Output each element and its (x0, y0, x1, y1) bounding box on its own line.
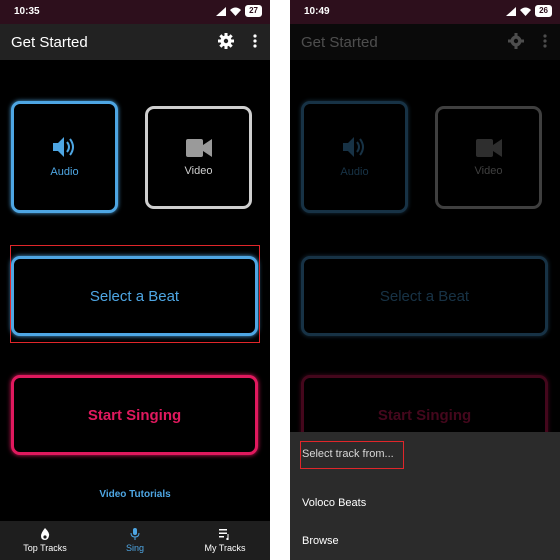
app-bar: Get Started (0, 24, 270, 60)
page-title: Get Started (11, 34, 88, 51)
video-camera-icon (475, 138, 502, 157)
audio-mode-button: Audio (301, 101, 408, 213)
track-source-sheet: Select track from... Voloco Beats Browse (290, 432, 560, 560)
video-mode-button[interactable]: Video (145, 106, 252, 209)
audio-label: Audio (50, 166, 79, 178)
nav-sing-label: Sing (125, 543, 144, 553)
nav-sing[interactable]: Sing (90, 521, 180, 560)
settings-gear-icon[interactable] (218, 33, 234, 49)
nav-top-tracks-label: Top Tracks (23, 543, 67, 553)
select-beat-button[interactable]: Select a Beat (11, 256, 258, 336)
status-icons: 26 (506, 5, 552, 17)
video-camera-icon (185, 138, 212, 157)
status-bar: 10:35 27 (0, 0, 270, 24)
nav-my-tracks-label: My Tracks (204, 543, 246, 553)
bottom-navigation: Top Tracks Sing My Tracks (0, 521, 270, 560)
app-bar: Get Started (290, 24, 560, 60)
video-label: Video (474, 164, 503, 177)
flame-icon (41, 528, 50, 540)
video-label: Video (184, 164, 213, 177)
speaker-icon (342, 137, 364, 157)
overflow-menu-icon (543, 34, 547, 48)
battery-icon: 26 (535, 5, 552, 17)
audio-mode-button[interactable]: Audio (11, 101, 118, 213)
nav-top-tracks[interactable]: Top Tracks (0, 521, 90, 560)
option-voloco-beats[interactable]: Voloco Beats (302, 497, 366, 509)
microphone-icon (130, 528, 140, 540)
phone-screen-left: 10:35 27 Get Started Audio Video Select … (0, 0, 270, 560)
speaker-icon (52, 137, 74, 157)
settings-gear-icon (508, 33, 524, 49)
signal-icon (506, 6, 517, 16)
status-bar: 10:49 26 (290, 0, 560, 24)
select-beat-label: Select a Beat (379, 287, 470, 305)
battery-icon: 27 (245, 5, 262, 17)
wifi-icon (520, 7, 532, 16)
sheet-header: Select track from... (302, 448, 394, 460)
overflow-menu-icon[interactable] (252, 33, 258, 49)
status-icons: 27 (216, 5, 262, 17)
select-beat-button: Select a Beat (301, 256, 548, 336)
audio-label: Audio (340, 166, 369, 178)
status-time: 10:49 (304, 6, 330, 17)
phone-screen-right: 10:49 26 Get Started Audio Video Select … (290, 0, 560, 560)
select-beat-label: Select a Beat (89, 287, 180, 305)
video-mode-button: Video (435, 106, 542, 209)
signal-icon (216, 6, 227, 16)
status-time: 10:35 (14, 6, 40, 17)
start-singing-button[interactable]: Start Singing (11, 375, 258, 455)
start-singing-label: Start Singing (377, 406, 472, 424)
wifi-icon (230, 7, 242, 16)
playlist-icon (219, 529, 229, 540)
video-tutorials-link[interactable]: Video Tutorials (0, 489, 270, 500)
nav-my-tracks[interactable]: My Tracks (180, 521, 270, 560)
option-browse[interactable]: Browse (302, 535, 339, 547)
page-title: Get Started (301, 34, 378, 51)
start-singing-label: Start Singing (87, 406, 182, 424)
